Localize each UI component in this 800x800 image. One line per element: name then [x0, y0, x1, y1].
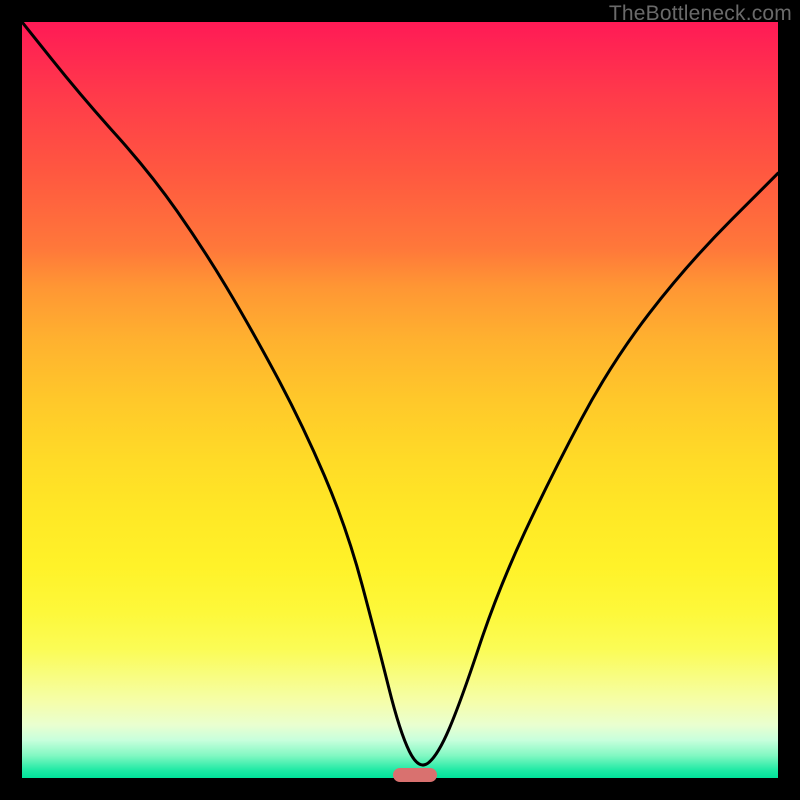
curve-path	[22, 22, 778, 765]
watermark-text: TheBottleneck.com	[609, 2, 792, 26]
optimal-marker	[393, 768, 437, 782]
chart-frame: TheBottleneck.com	[0, 0, 800, 800]
plot-area	[22, 22, 778, 778]
bottleneck-curve	[22, 22, 778, 778]
